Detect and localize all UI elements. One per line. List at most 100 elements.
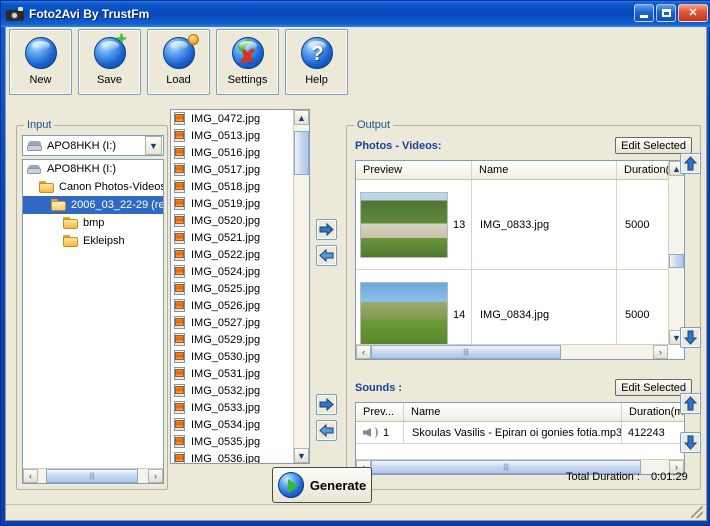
photos-grid[interactable]: Preview Name Duration(m 13IMG_0833.jpg50… [355,160,685,360]
list-item[interactable]: IMG_0518.jpg [171,178,293,195]
new-button[interactable]: New [9,29,72,95]
scroll-left-icon[interactable]: ‹ [23,469,38,483]
help-button[interactable]: ? Help [285,29,348,95]
photos-move-up-button[interactable] [680,153,701,174]
sound-name-cell: Skoulas Vasilis - Epiran oi gonies fotia… [404,422,622,443]
file-list[interactable]: IMG_0472.jpgIMG_0513.jpgIMG_0516.jpgIMG_… [170,109,310,464]
photos-hscroll-track[interactable] [371,345,653,359]
tree-item-label: Canon Photos-Videos [59,181,164,193]
tree-item[interactable]: Canon Photos-Videos [23,178,163,196]
photos-grid-header: Preview Name Duration(m [356,161,684,180]
list-item[interactable]: IMG_0526.jpg [171,297,293,314]
add-to-sounds-button[interactable] [316,394,337,415]
list-item[interactable]: IMG_0531.jpg [171,365,293,382]
photo-index: 13 [453,219,465,231]
list-item-label: IMG_0529.jpg [191,334,260,346]
folder-tree[interactable]: APO8HKH (I:) Canon Photos-Videos 2006_03_2… [22,159,164,484]
folder-icon [63,217,79,230]
list-item[interactable]: IMG_0536.jpg [171,450,293,464]
file-list-scrollbar[interactable]: ▲ ▼ [293,110,309,463]
list-item-label: IMG_0520.jpg [191,215,260,227]
photos-grid-hscrollbar[interactable]: ‹ › [356,344,668,359]
photos-col-name[interactable]: Name [472,161,617,179]
drive-select[interactable]: APO8HKH (I:) ▼ [22,135,164,156]
list-item-label: IMG_0526.jpg [191,300,260,312]
photos-hscroll-thumb[interactable] [371,345,561,359]
list-item-label: IMG_0535.jpg [191,436,260,448]
list-item[interactable]: IMG_0522.jpg [171,246,293,263]
tree-item[interactable]: 2006_03_22-29 (rethymno) [23,196,163,214]
settings-button[interactable]: ✔✘ Settings [216,29,279,95]
photos-grid-vscrollbar[interactable]: ▲ ▼ [668,161,684,345]
title-bar: Foto2Avi By TrustFm ✕ [1,1,710,27]
tree-hscroll-track[interactable] [38,469,148,483]
list-item[interactable]: IMG_0525.jpg [171,280,293,297]
tree-horizontal-scrollbar[interactable]: ‹ › [23,468,163,483]
list-item[interactable]: IMG_0534.jpg [171,416,293,433]
table-row[interactable]: 13IMG_0833.jpg5000 [356,180,684,270]
remove-from-photos-button[interactable] [316,245,337,266]
photos-edit-selected-button[interactable]: Edit Selected [615,137,692,154]
list-item[interactable]: IMG_0516.jpg [171,144,293,161]
file-list-scroll-thumb[interactable] [294,131,309,175]
photos-scroll-left-icon[interactable]: ‹ [356,345,371,359]
list-item[interactable]: IMG_0472.jpg [171,110,293,127]
list-item[interactable]: IMG_0517.jpg [171,161,293,178]
window-title: Foto2Avi By TrustFm [29,7,149,21]
blue-orb-question-icon: ? [301,37,333,69]
tree-item-label: 2006_03_22-29 (rethymno) [71,199,164,211]
scroll-right-icon[interactable]: › [148,469,163,483]
scroll-down-icon[interactable]: ▼ [294,448,309,463]
list-item[interactable]: IMG_0535.jpg [171,433,293,450]
tree-item[interactable]: bmp [23,214,163,232]
sound-duration-cell: 412243 [622,422,684,443]
add-to-photos-button[interactable] [316,219,337,240]
resize-grip-icon[interactable] [691,506,703,518]
list-item[interactable]: IMG_0524.jpg [171,263,293,280]
photos-scroll-right-icon[interactable]: › [653,345,668,359]
minimize-button[interactable] [634,4,654,22]
photos-vscroll-track[interactable] [669,176,684,330]
photos-vscroll-thumb[interactable] [669,254,684,268]
output-group: Output Photos - Videos: Edit Selected Pr… [346,125,701,490]
sounds-col-duration[interactable]: Duration(ms) [622,403,684,421]
close-icon[interactable]: ✕ [678,4,708,22]
remove-from-sounds-button[interactable] [316,420,337,441]
tree-hscroll-thumb[interactable] [46,469,138,483]
file-list-scroll-track[interactable] [294,125,309,448]
list-item[interactable]: IMG_0513.jpg [171,127,293,144]
list-item-label: IMG_0536.jpg [191,453,260,465]
sounds-move-up-button[interactable] [680,393,701,414]
chevron-down-icon[interactable]: ▼ [145,136,162,155]
list-item[interactable]: IMG_0519.jpg [171,195,293,212]
scroll-up-icon[interactable]: ▲ [294,110,309,125]
list-item[interactable]: IMG_0532.jpg [171,382,293,399]
maximize-button[interactable] [656,4,676,22]
table-row[interactable]: 1 Skoulas Vasilis - Epiran oi gonies foti… [356,422,684,444]
list-item[interactable]: IMG_0529.jpg [171,331,293,348]
list-item[interactable]: IMG_0521.jpg [171,229,293,246]
list-item[interactable]: IMG_0533.jpg [171,399,293,416]
sounds-grid[interactable]: Prev... Name Duration(ms) 1 Skoulas Vasil… [355,402,685,475]
list-item[interactable]: IMG_0530.jpg [171,348,293,365]
sounds-col-preview[interactable]: Prev... [356,403,404,421]
list-item-label: IMG_0531.jpg [191,368,260,380]
list-item[interactable]: IMG_0527.jpg [171,314,293,331]
generate-button[interactable]: Generate [272,467,372,503]
arrow-left-icon [319,249,334,262]
sound-index: 1 [383,427,389,439]
load-button[interactable]: Load [147,29,210,95]
tree-item[interactable]: Ekleipsh [23,232,163,250]
sounds-move-down-button[interactable] [680,432,701,453]
save-button[interactable]: + Save [78,29,141,95]
photos-move-down-button[interactable] [680,327,701,348]
tree-item[interactable]: APO8HKH (I:) [23,160,163,178]
jpeg-file-icon [173,214,187,227]
photos-col-preview[interactable]: Preview [356,161,472,179]
list-item-label: IMG_0534.jpg [191,419,260,431]
photo-thumbnail [360,192,448,258]
list-item-label: IMG_0472.jpg [191,113,260,125]
client-area: New + Save Load ✔✘ Settings ? Help Input [5,27,707,521]
sounds-col-name[interactable]: Name [404,403,622,421]
list-item[interactable]: IMG_0520.jpg [171,212,293,229]
